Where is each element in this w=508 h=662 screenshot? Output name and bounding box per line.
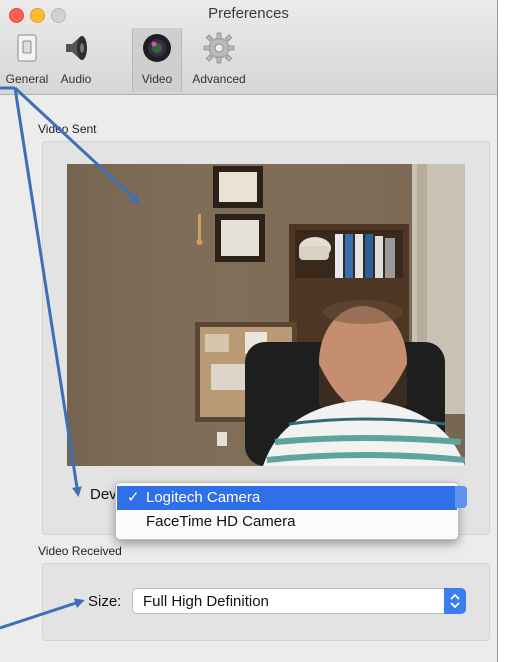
annotation-arrows (0, 86, 141, 630)
arrow-to-device (13, 87, 82, 497)
arrow-to-video (13, 86, 141, 205)
arrow-to-size (0, 598, 85, 630)
